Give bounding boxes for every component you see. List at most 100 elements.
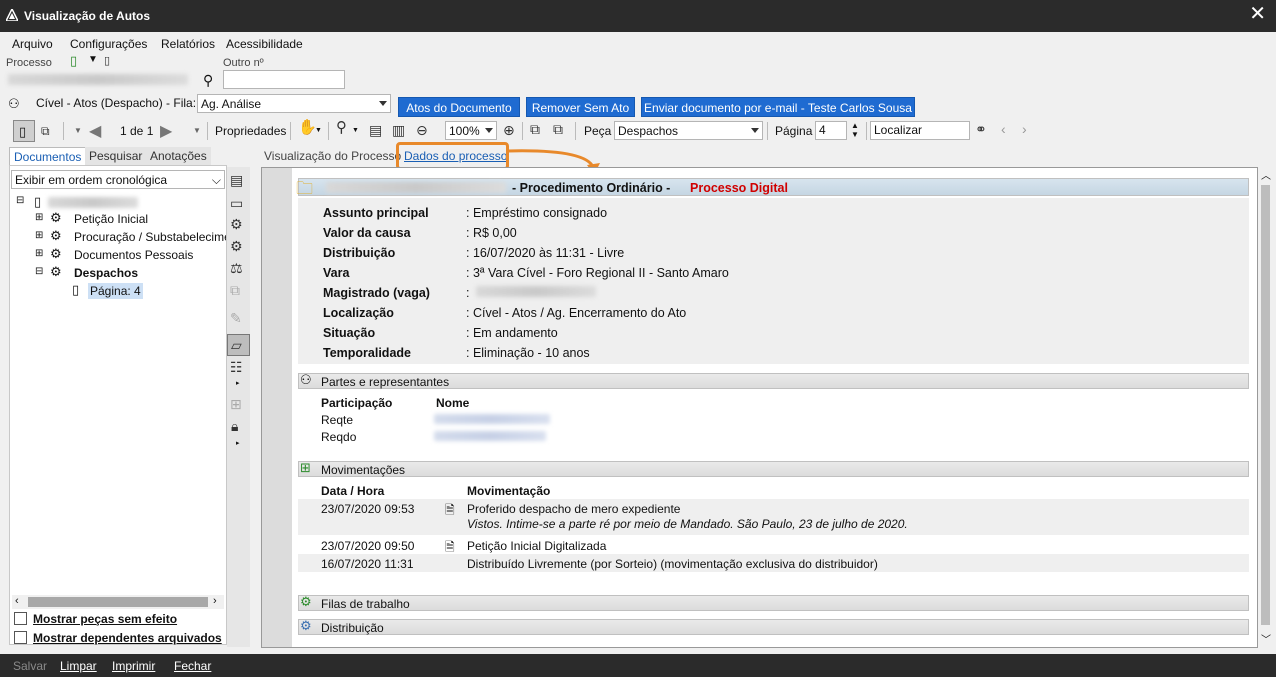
- lock-icon[interactable]: 🔒︎: [231, 419, 238, 433]
- zoom-value: 100%: [449, 124, 480, 138]
- remove-certificate-icon[interactable]: ⚙: [230, 239, 243, 253]
- tree-item-procuracao[interactable]: Procuração / Substabelecimen: [74, 230, 226, 244]
- field-value: : Empréstimo consignado: [466, 206, 608, 220]
- search-icon[interactable]: ⚲: [203, 72, 213, 89]
- tree-item-peticao-inicial[interactable]: Petição Inicial: [74, 212, 148, 226]
- info-icon[interactable]: ▯: [104, 54, 110, 68]
- expand-icon[interactable]: ⊞: [35, 212, 43, 223]
- tree-item-documentos-pessoais[interactable]: Documentos Pessoais: [74, 248, 193, 262]
- fit-page-icon[interactable]: ▥: [392, 123, 405, 137]
- copy-icon[interactable]: ⧉: [230, 283, 240, 297]
- rotate-page-icon[interactable]: ⧉: [530, 122, 540, 136]
- enviar-email-button[interactable]: Enviar documento por e-mail - Teste Carl…: [641, 97, 915, 117]
- scroll-thumb[interactable]: [28, 597, 208, 607]
- tree-item-pagina[interactable]: Página: 4: [88, 283, 143, 299]
- vertical-scrollbar[interactable]: ︿ ﹀: [1258, 167, 1273, 648]
- mov-text-3: Distribuído Livremente (por Sorteio) (mo…: [467, 557, 878, 571]
- expand-icon[interactable]: ⊞: [35, 248, 43, 259]
- tree-item-despachos[interactable]: Despachos: [74, 266, 138, 280]
- document-icon[interactable]: 🗎︎: [445, 501, 455, 522]
- note-button[interactable]: ▱: [227, 334, 250, 356]
- pagina-stepper[interactable]: ▲ ▼: [851, 121, 859, 139]
- tab-anotacoes[interactable]: Anotações: [146, 147, 211, 165]
- scroll-left-icon[interactable]: ‹: [15, 595, 19, 607]
- propriedades-button[interactable]: Propriedades: [215, 124, 286, 138]
- two-page-icon[interactable]: ⧉: [41, 124, 50, 138]
- previous-page-icon[interactable]: ◀: [89, 121, 101, 141]
- last-page-icon[interactable]: ▼: [193, 126, 201, 135]
- chevron-down-icon: [379, 101, 387, 106]
- peca-select[interactable]: Despachos: [614, 121, 763, 140]
- single-page-view-button[interactable]: ▯: [13, 120, 35, 142]
- mov-text-1: Proferido despacho de mero expediente: [467, 502, 681, 516]
- add-icon[interactable]: ⊞: [230, 397, 242, 411]
- parte-reqdo: Reqdo: [321, 430, 357, 444]
- zoom-select[interactable]: 100%: [445, 121, 497, 140]
- checkbox-pecas-sem-efeito[interactable]: [14, 612, 27, 625]
- scroll-thumb[interactable]: [1261, 185, 1270, 625]
- remover-sem-ato-button[interactable]: Remover Sem Ato: [526, 97, 635, 117]
- expand-icon[interactable]: ⊞: [35, 230, 43, 241]
- outro-numero-input[interactable]: [223, 70, 345, 89]
- tree-view-icon[interactable]: ▤: [230, 173, 243, 187]
- rotate-page-alt-icon[interactable]: ⧉: [553, 122, 563, 136]
- menu-configuracoes[interactable]: Configurações: [70, 37, 147, 51]
- new-document-icon[interactable]: ▯: [70, 54, 77, 68]
- title-bar: Visualização de Autos ✕: [0, 0, 1276, 32]
- pan-hand-icon[interactable]: ✋: [298, 120, 317, 135]
- field-value: : 3ª Vara Cível - Foro Regional II - San…: [466, 266, 729, 280]
- order-value: Exibir em ordem cronológica: [15, 173, 168, 187]
- edit-icon[interactable]: ✎: [230, 311, 242, 325]
- tab-documentos[interactable]: Documentos: [9, 147, 87, 165]
- limpar-button[interactable]: Limpar: [60, 659, 97, 673]
- field-label: Vara: [323, 266, 350, 280]
- localizar-input[interactable]: Localizar: [870, 121, 970, 140]
- list-details-icon[interactable]: ☷: [230, 360, 243, 374]
- atos-documento-button[interactable]: Atos do Documento: [398, 97, 520, 117]
- chevron-down-icon[interactable]: ▼: [352, 127, 359, 134]
- menu-acessibilidade[interactable]: Acessibilidade: [226, 37, 303, 51]
- fila-select[interactable]: Ag. Análise: [197, 94, 391, 113]
- menu-relatorios[interactable]: Relatórios: [161, 37, 215, 51]
- check-pecas-label: Mostrar peças sem efeito: [33, 612, 178, 626]
- field-label: Localização: [323, 306, 394, 320]
- zoom-in-icon[interactable]: ⊕: [503, 123, 515, 137]
- zoom-search-icon[interactable]: ⚲: [336, 120, 347, 135]
- fit-width-icon[interactable]: ▤: [369, 123, 382, 137]
- scroll-down-icon[interactable]: ﹀: [1261, 631, 1271, 646]
- collapse-icon[interactable]: ⊟: [16, 195, 24, 206]
- close-icon[interactable]: ✕: [1249, 4, 1266, 24]
- order-select[interactable]: Exibir em ordem cronológica ⌵: [11, 170, 225, 189]
- chevron-right-icon[interactable]: ▸: [236, 379, 240, 387]
- first-page-icon[interactable]: ▼: [74, 126, 82, 135]
- field-label: Valor da causa: [323, 226, 411, 240]
- collapse-icon[interactable]: ⊟: [35, 266, 43, 277]
- chevron-down-icon: ⌵: [211, 173, 221, 187]
- imprimir-button[interactable]: Imprimir: [112, 659, 155, 673]
- chevron-right-icon[interactable]: ▸: [236, 439, 240, 447]
- judge-icon[interactable]: ⚖: [230, 261, 243, 275]
- next-result-icon[interactable]: ›: [1022, 121, 1027, 137]
- fechar-button[interactable]: Fechar: [174, 659, 211, 673]
- checkbox-dependentes-arquivados[interactable]: [14, 631, 27, 644]
- scroll-up-icon[interactable]: ︿: [1261, 167, 1271, 182]
- processo-input[interactable]: [6, 70, 194, 89]
- tab-visualizacao[interactable]: Visualização do Processo: [264, 149, 401, 163]
- scroll-right-icon[interactable]: ›: [213, 595, 217, 607]
- menu-arquivo[interactable]: Arquivo: [12, 37, 53, 51]
- certificate-icon[interactable]: ⚙: [230, 217, 243, 231]
- side-toolbar: ▤ ▭ ⚙ ⚙ ⚖ ⧉ ✎ ▱ ☷ ▸ ⊞ 🔒︎ ▸: [227, 167, 250, 647]
- distribution-icon: ⚙: [300, 618, 312, 633]
- pagina-input[interactable]: 4: [815, 121, 847, 140]
- previous-result-icon[interactable]: ‹: [1001, 121, 1006, 137]
- list-view-icon[interactable]: ▭: [230, 196, 243, 210]
- salvar-button[interactable]: Salvar: [13, 659, 47, 673]
- chevron-down-icon[interactable]: ▼: [88, 54, 98, 65]
- chevron-down-icon[interactable]: ▼: [315, 127, 322, 134]
- next-page-icon[interactable]: ▶: [160, 121, 172, 141]
- tab-pesquisar[interactable]: Pesquisar: [85, 147, 147, 165]
- field-value: : 16/07/2020 às 11:31 - Livre: [466, 246, 625, 260]
- binoculars-icon[interactable]: ⚭: [975, 122, 987, 136]
- horizontal-scrollbar[interactable]: ‹ ›: [12, 595, 224, 609]
- zoom-out-icon[interactable]: ⊖: [416, 123, 428, 137]
